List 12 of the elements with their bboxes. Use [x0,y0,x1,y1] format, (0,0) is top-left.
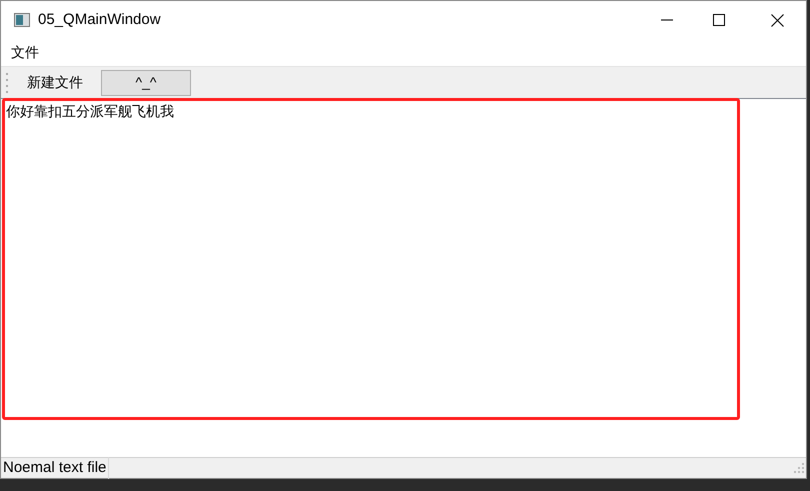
close-icon [770,14,784,26]
toolbar-action[interactable]: 新建文件 [17,72,93,93]
resize-grip-icon [794,463,804,473]
menu-item[interactable]: 文件 [5,42,45,63]
minimize-icon [661,19,673,21]
toolbar-button[interactable]: ^_^ [101,70,191,96]
text-editor[interactable]: 你好靠扣五分派军舰飞机我 [1,99,806,457]
window-title: 05_QMainWindow [38,10,161,30]
maximize-icon [713,14,725,26]
status-message: Noemal text file [1,456,110,480]
toolbar-grip-icon [6,72,9,94]
app-icon [14,13,30,27]
